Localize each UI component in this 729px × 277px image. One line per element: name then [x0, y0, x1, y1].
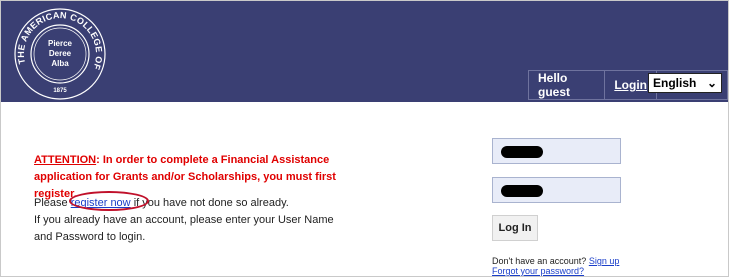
no-account-text: Don't have an account? [492, 256, 587, 266]
instruction-line-1: Please register now if you have not done… [34, 195, 354, 212]
sign-up-link[interactable]: Sign up [589, 256, 620, 266]
redaction-mark [501, 185, 543, 197]
language-select[interactable]: English ⌄ [648, 73, 722, 93]
account-links: Don't have an account? Sign up Forgot yo… [492, 256, 619, 276]
forgot-password-link[interactable]: Forgot your password? [492, 266, 619, 276]
page-frame: THE AMERICAN COLLEGE OF GREECE Pierce De… [0, 0, 729, 277]
signup-line: Don't have an account? Sign up [492, 256, 619, 266]
register-instructions: Please register now if you have not done… [34, 195, 354, 246]
svg-text:Alba: Alba [51, 59, 69, 68]
svg-text:Deree: Deree [49, 49, 72, 58]
chevron-down-icon: ⌄ [706, 76, 717, 90]
log-in-button[interactable]: Log In [492, 215, 538, 241]
password-field[interactable] [492, 177, 621, 203]
redaction-mark [501, 146, 543, 158]
svg-text:Pierce: Pierce [48, 39, 73, 48]
college-seal-logo: THE AMERICAN COLLEGE OF GREECE Pierce De… [12, 6, 106, 100]
language-selected-value: English [653, 76, 697, 90]
instruction-tail: if you have not done so already. [133, 197, 289, 209]
username-field[interactable] [492, 138, 621, 164]
please-text: Please [34, 197, 68, 209]
register-now-link[interactable]: register now [71, 197, 131, 209]
attention-label: ATTENTION [34, 154, 97, 166]
greeting-text: Hello guest [538, 71, 571, 99]
instruction-line-2: If you already have an account, please e… [34, 214, 334, 243]
svg-text:1875: 1875 [53, 88, 67, 94]
header-bar: THE AMERICAN COLLEGE OF GREECE Pierce De… [1, 1, 728, 102]
